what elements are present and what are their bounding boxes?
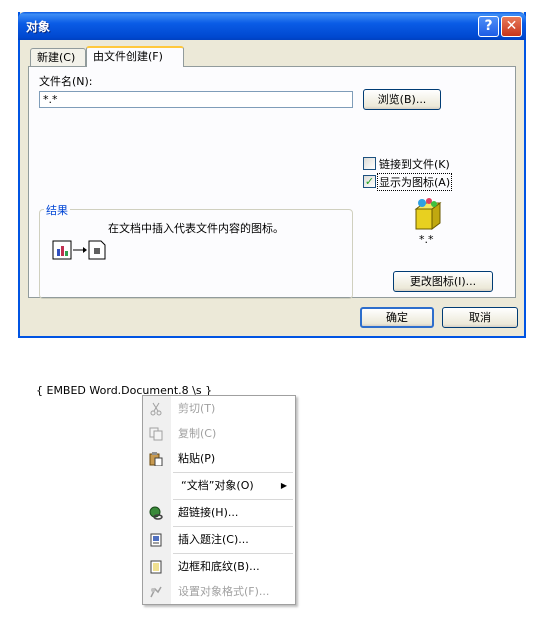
close-button[interactable]: ✕ xyxy=(501,16,522,37)
tab-create-new[interactable]: 新建(C) xyxy=(30,48,86,66)
display-as-icon-checkbox[interactable]: ✓ xyxy=(363,175,376,188)
menu-item-label: “文档”对象(O) xyxy=(181,479,254,492)
menu-item-copy[interactable]: 复制(C) xyxy=(143,423,295,445)
icon-caption: *.* xyxy=(419,233,434,246)
filename-input[interactable]: *.* xyxy=(39,91,353,108)
menu-item-borders-shading[interactable]: 边框和底纹(B)... xyxy=(143,556,295,578)
copy-icon xyxy=(149,427,163,441)
tab-create-from-file[interactable]: 由文件创建(F) xyxy=(86,46,184,67)
menu-item-document-object[interactable]: “文档”对象(O) ▶ xyxy=(143,475,295,497)
context-menu: 剪切(T) 复制(C) 粘贴(P) “文档”对象(O) ▶ 超链接(H)... … xyxy=(142,395,296,605)
ok-button[interactable]: 确定 xyxy=(360,307,434,328)
menu-item-label: 复制(C) xyxy=(178,427,217,440)
menu-item-label: 插入题注(C)... xyxy=(178,533,249,546)
paste-icon xyxy=(149,452,163,466)
cancel-button[interactable]: 取消 xyxy=(442,307,518,328)
title-bar[interactable]: 对象 ? ✕ xyxy=(18,12,526,40)
hyperlink-icon xyxy=(149,506,163,520)
display-as-icon-label[interactable]: 显示为图标(A) xyxy=(377,173,453,191)
menu-item-cut[interactable]: 剪切(T) xyxy=(143,398,295,420)
object-dialog: 对象 ? ✕ 新建(C) 由文件创建(F) 文件名(N): *.* 浏览(B).… xyxy=(18,12,526,338)
borders-icon xyxy=(150,560,162,574)
menu-item-hyperlink[interactable]: 超链接(H)... xyxy=(143,502,295,524)
menu-item-label: 超链接(H)... xyxy=(178,506,239,519)
result-group-title: 结果 xyxy=(44,202,70,218)
menu-separator xyxy=(173,553,293,554)
menu-separator xyxy=(173,499,293,500)
result-description: 在文档中插入代表文件内容的图标。 xyxy=(108,222,284,235)
change-icon-button[interactable]: 更改图标(I)... xyxy=(393,271,493,292)
menu-item-label: 边框和底纹(B)... xyxy=(178,560,260,573)
menu-item-label: 设置对象格式(F)... xyxy=(178,585,270,598)
caption-icon xyxy=(150,533,162,547)
object-display-icon xyxy=(414,198,442,230)
tab-panel: 文件名(N): *.* 浏览(B)... 链接到文件(K) ✓ 显示为图标(A)… xyxy=(28,66,516,299)
menu-separator xyxy=(173,472,293,473)
submenu-arrow-icon: ▶ xyxy=(280,481,287,490)
menu-item-label: 剪切(T) xyxy=(178,402,216,415)
embed-icon-diagram-icon xyxy=(52,240,106,260)
help-button[interactable]: ? xyxy=(478,16,499,37)
dialog-title: 对象 xyxy=(26,20,51,34)
menu-item-paste[interactable]: 粘贴(P) xyxy=(143,448,295,470)
menu-item-format-object[interactable]: 设置对象格式(F)... xyxy=(143,581,295,603)
menu-item-insert-caption[interactable]: 插入题注(C)... xyxy=(143,529,295,551)
link-to-file-label[interactable]: 链接到文件(K) xyxy=(379,156,450,172)
scissors-icon xyxy=(150,402,162,416)
filename-label: 文件名(N): xyxy=(39,75,93,88)
link-to-file-checkbox[interactable] xyxy=(363,157,376,170)
menu-separator xyxy=(173,526,293,527)
menu-item-label: 粘贴(P) xyxy=(178,452,216,465)
browse-button[interactable]: 浏览(B)... xyxy=(363,89,441,110)
format-object-icon xyxy=(150,586,162,598)
result-group: 结果 在文档中插入代表文件内容的图标。 xyxy=(39,202,353,299)
